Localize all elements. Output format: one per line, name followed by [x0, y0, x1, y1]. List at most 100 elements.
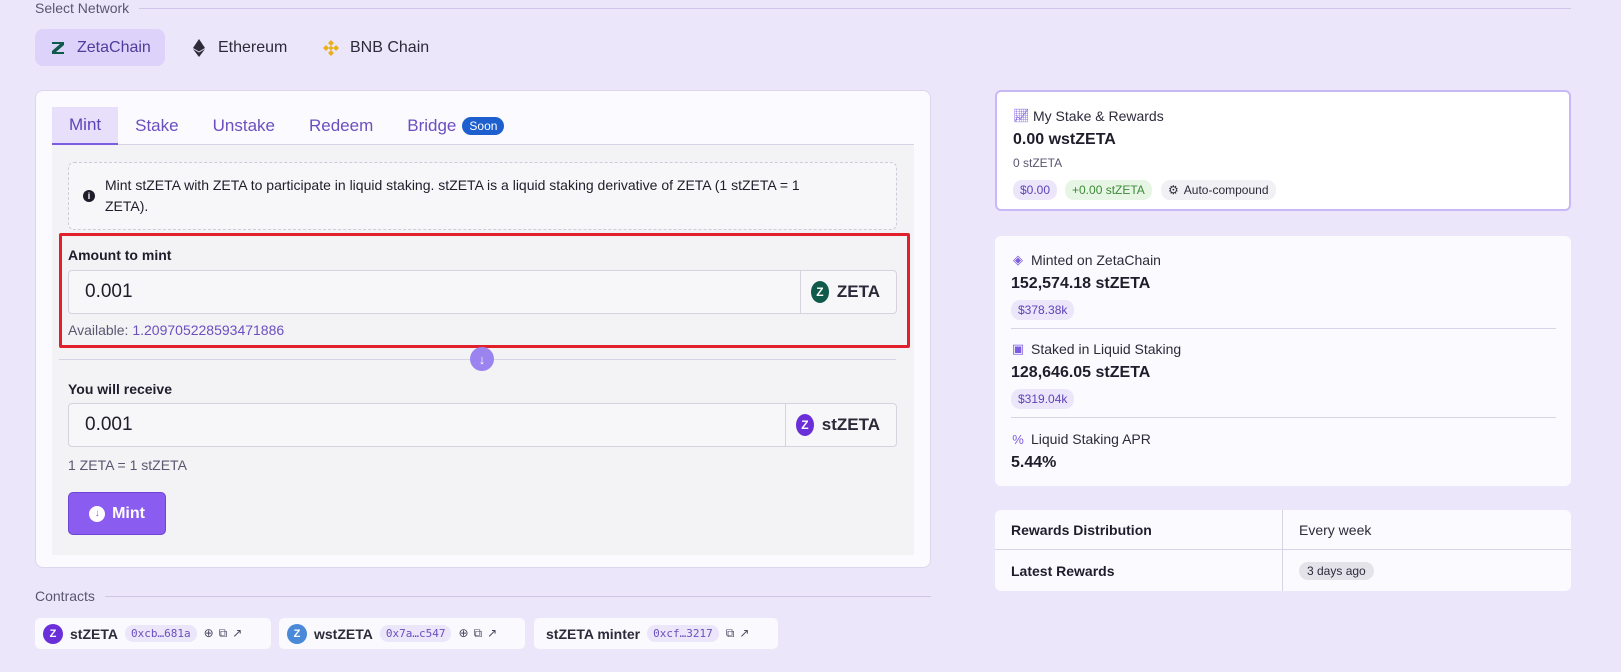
staked-title: ▣ Staked in Liquid Staking [1011, 341, 1181, 357]
usd-value: $0.00 [1020, 183, 1051, 197]
contract-name: stZETA minter [546, 625, 641, 642]
staked-usd-badge: $319.04k [1011, 389, 1075, 409]
contract-actions: ⧉ ↗ [726, 626, 750, 641]
gain-badge: +0.00 stZETA [1065, 180, 1152, 200]
autocompound-icon: ⚙ [1168, 183, 1179, 197]
token-label: ZETA [836, 282, 880, 301]
tab-stake[interactable]: Stake [118, 107, 195, 145]
network-label: BNB Chain [350, 38, 430, 56]
add-token-icon[interactable]: ⊕ [204, 626, 214, 641]
copy-icon[interactable]: ⧉ [219, 626, 228, 641]
rewards-distribution-value: Every week [1299, 521, 1372, 538]
contract-stzeta: Z stZETA 0xcb…681a ⊕ ⧉ ↗ [35, 618, 271, 649]
table-row: Rewards Distribution Every week [995, 510, 1571, 550]
contracts-label: Contracts [35, 588, 95, 604]
add-token-icon[interactable]: ⊕ [458, 626, 468, 641]
receive-output: 0.001 Z stZETA [68, 403, 897, 447]
autocompound-label: Auto-compound [1183, 183, 1269, 197]
chart-line-icon: 📈︎ [1013, 108, 1030, 123]
title-label: My Stake & Rewards [1033, 108, 1164, 124]
action-tabs: Mint Stake Unstake Redeem Bridge Soon [52, 107, 914, 145]
token-label: stZETA [821, 415, 880, 434]
title-label: Staked in Liquid Staking [1031, 341, 1182, 357]
contract-stzeta-minter: stZETA minter 0xcf…3217 ⧉ ↗ [534, 618, 778, 649]
receive-value: 0.001 [85, 414, 133, 435]
zeta-token-icon: Z [811, 281, 829, 303]
latest-rewards-badge: 3 days ago [1299, 561, 1374, 580]
ethereum-icon [190, 38, 208, 57]
autocompound-badge: ⚙ Auto-compound [1161, 180, 1276, 200]
book-icon: ▣ [1011, 341, 1025, 356]
my-stake-sub: 0 stZETA [1013, 156, 1063, 170]
mint-button[interactable]: ↓ Mint [68, 492, 166, 535]
contract-actions: ⊕ ⧉ ↗ [458, 626, 497, 641]
title-label: Liquid Staking APR [1031, 431, 1151, 447]
zetachain-icon [49, 39, 67, 57]
table-row: Latest Rewards 3 days ago [995, 550, 1571, 591]
copy-icon[interactable]: ⧉ [474, 626, 483, 641]
amount-value[interactable]: 0.001 [69, 271, 800, 313]
info-callout: i Mint stZETA with ZETA to participate i… [68, 162, 897, 230]
my-stake-title: 📈︎ My Stake & Rewards [1013, 108, 1164, 124]
external-link-icon[interactable]: ↗ [232, 626, 242, 641]
contract-address[interactable]: 0xcb…681a [124, 625, 197, 642]
network-label: Ethereum [218, 38, 288, 56]
tab-redeem[interactable]: Redeem [292, 107, 390, 145]
bnb-icon [322, 39, 340, 57]
percent-icon: % [1012, 431, 1024, 447]
staked-value: 128,646.05 stZETA [1011, 364, 1151, 381]
gain-value: +0.00 stZETA [1072, 183, 1145, 197]
usd-value: $319.04k [1018, 392, 1068, 406]
tab-label: Unstake [212, 116, 275, 135]
network-zetachain-button[interactable]: ZetaChain [35, 29, 165, 66]
contract-wstzeta: Z wstZETA 0x7a…c547 ⊕ ⧉ ↗ [279, 618, 525, 649]
heading-divider [104, 595, 931, 597]
network-bnb-button[interactable]: BNB Chain [308, 29, 443, 66]
contract-address[interactable]: 0xcf…3217 [647, 625, 719, 642]
network-label: ZetaChain [77, 38, 151, 56]
external-link-icon[interactable]: ↗ [739, 626, 749, 641]
drop-icon: ◈ [1013, 252, 1023, 267]
soon-badge: Soon [462, 117, 505, 135]
available-value[interactable]: 1.209705228593471886 [132, 322, 284, 338]
wstzeta-token-icon: Z [287, 623, 307, 644]
amount-input[interactable]: 0.001 Z ZETA [68, 270, 897, 314]
available-label: Available: [68, 322, 129, 338]
copy-icon[interactable]: ⧉ [726, 626, 735, 641]
stzeta-token-icon: Z [796, 414, 814, 436]
select-network-heading: Select Network [35, 0, 1571, 16]
minted-title: ◈ Minted on ZetaChain [1011, 252, 1161, 268]
usd-badge: $0.00 [1013, 180, 1058, 200]
mint-button-label: Mint [112, 504, 145, 522]
exchange-rate: 1 ZETA = 1 stZETA [68, 457, 187, 473]
external-link-icon[interactable]: ↗ [487, 626, 497, 641]
stat-divider [1011, 328, 1556, 329]
receive-token: Z stZETA [785, 404, 896, 446]
tab-label: Redeem [308, 116, 374, 135]
network-ethereum-button[interactable]: Ethereum [176, 29, 301, 66]
arrow-down-icon: ↓ [470, 347, 494, 371]
stzeta-token-icon: Z [43, 623, 63, 644]
contract-address[interactable]: 0x7a…c547 [379, 625, 452, 642]
rewards-table: Rewards Distribution Every week Latest R… [995, 510, 1571, 591]
arrow-down-circle-icon: ↓ [89, 505, 106, 522]
minted-usd-badge: $378.38k [1011, 300, 1075, 320]
contract-name: wstZETA [314, 625, 373, 642]
contract-actions: ⊕ ⧉ ↗ [204, 626, 243, 641]
latest-rewards-label: Latest Rewards [995, 550, 1283, 591]
info-icon: i [83, 190, 95, 202]
contract-name: stZETA [70, 625, 118, 642]
tab-label: Mint [69, 115, 102, 134]
usd-value: $378.38k [1018, 303, 1068, 317]
tab-bridge[interactable]: Bridge Soon [390, 107, 521, 145]
available-balance: Available: 1.209705228593471886 [68, 322, 284, 338]
tab-unstake[interactable]: Unstake [196, 107, 292, 145]
minted-value: 152,574.18 stZETA [1011, 275, 1151, 292]
contracts-heading: Contracts [35, 588, 931, 604]
tab-mint[interactable]: Mint [52, 107, 119, 145]
my-stake-card: 📈︎ My Stake & Rewards 0.00 wstZETA 0 stZ… [995, 90, 1571, 211]
amount-token-selector: Z ZETA [800, 271, 896, 313]
tab-label: Stake [135, 116, 179, 135]
receive-label: You will receive [68, 381, 173, 397]
heading-divider [139, 7, 1571, 9]
